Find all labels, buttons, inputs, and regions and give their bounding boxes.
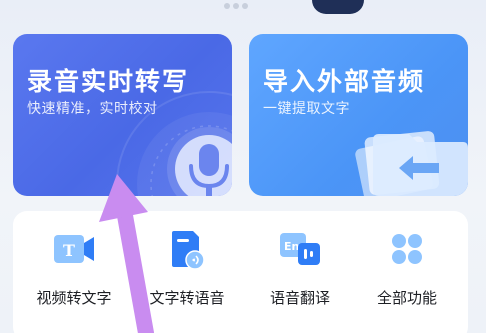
record-transcribe-card[interactable]: 录音实时转写 快速精准，实时校对 — [13, 34, 232, 196]
import-audio-card[interactable]: 导入外部音频 一键提取文字 — [249, 34, 468, 196]
tool-label: 全部功能 — [376, 289, 437, 307]
folder-import-icon — [355, 131, 468, 196]
app-screen: 录音实时转写 快速精准，实时校对 导入外部音频 一键提取文字 T 视频转文字 文… — [0, 0, 486, 333]
tool-label: 视频转文字 — [36, 289, 112, 307]
text-to-speech-icon — [172, 231, 205, 269]
voice-translate-icon: En — [280, 233, 320, 265]
tool-voice-translate[interactable]: En 语音翻译 — [245, 229, 355, 309]
all-features-icon — [392, 234, 422, 264]
svg-text:T: T — [63, 241, 75, 260]
top-decoration — [312, 0, 364, 14]
tool-video-to-text[interactable]: T 视频转文字 — [19, 229, 129, 309]
tool-text-to-speech[interactable]: 文字转语音 — [132, 229, 242, 309]
tool-all-features[interactable]: 全部功能 — [352, 229, 462, 309]
tool-label: 文字转语音 — [149, 289, 225, 307]
tool-label: 语音翻译 — [269, 289, 330, 307]
microphone-icon — [116, 91, 232, 196]
top-decoration-dots — [224, 0, 254, 9]
svg-text:En: En — [284, 240, 299, 253]
quick-tools-panel: T 视频转文字 文字转语音 En 语音翻译 全部功能 — [13, 211, 468, 333]
video-to-text-icon: T — [54, 235, 94, 263]
